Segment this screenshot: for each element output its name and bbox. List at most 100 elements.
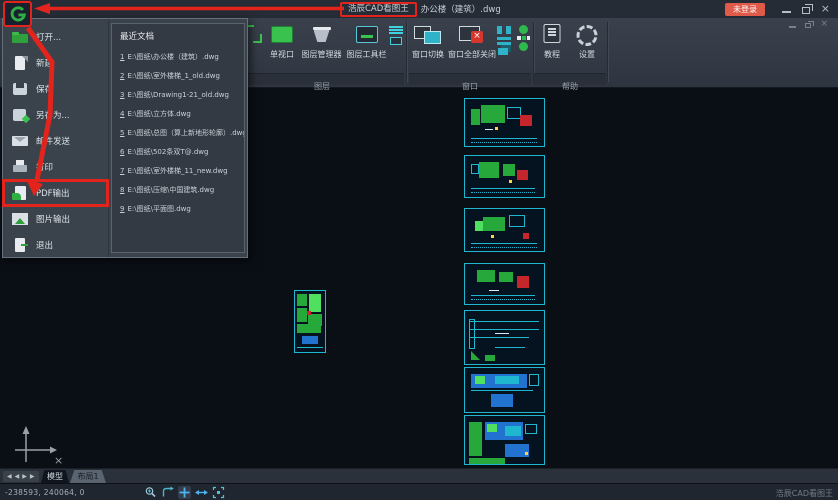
image-export-icon <box>12 212 29 226</box>
layer-list-icon <box>389 26 403 34</box>
status-bar: -238593, 240064, 0 <box>0 483 838 500</box>
printer-icon <box>12 160 29 174</box>
tab-navigation[interactable]: ◀ ◀ ▶ ▶ <box>3 471 39 482</box>
menu-item-pdf-export[interactable]: PDF输出 <box>3 180 108 206</box>
pan-tool-icon[interactable] <box>178 486 191 499</box>
last-tab-icon[interactable]: ▶ <box>30 471 35 482</box>
recent-file[interactable]: 1E:\图纸\办公楼（建筑）.dwg <box>112 47 244 66</box>
file-menu-panel: 打开... 新建 保存 另存为... 邮件发送 打印 PDF输出 <box>2 18 248 258</box>
zoom-extents-icon[interactable] <box>212 486 225 499</box>
tile-windows-buttons[interactable] <box>497 24 511 56</box>
recent-file[interactable]: 7E:\图纸\室外楼梯_11_new.dwg <box>112 161 244 180</box>
envelope-icon <box>12 134 29 148</box>
move-view-icon[interactable] <box>195 486 208 499</box>
single-viewport-button[interactable]: 单视口 <box>264 22 300 70</box>
viewport-icon <box>264 22 300 46</box>
gear-icon <box>569 22 605 46</box>
gstar-logo-icon <box>9 5 27 23</box>
save-floppy-icon <box>12 82 29 96</box>
layer-mini-tools[interactable] <box>389 24 403 46</box>
recent-file[interactable]: 9E:\图纸\平面图.dwg <box>112 199 244 218</box>
window-switch-button[interactable]: 窗口切换 <box>408 22 448 70</box>
tile-horizontal-icon <box>497 37 511 45</box>
cad-frame-7 <box>464 415 545 465</box>
ribbon-group-layer: 图层 <box>240 73 404 85</box>
sheet-tabs-bar: ◀ ◀ ▶ ▶ 模型 布局1 <box>0 468 838 483</box>
layer-toolbar-button[interactable]: 图层工具栏 <box>344 22 389 70</box>
cad-frame-6 <box>464 367 545 413</box>
cursor-coordinates: -238593, 240064, 0 <box>5 488 85 497</box>
menu-item-new[interactable]: 新建 <box>3 50 108 76</box>
tab-model[interactable]: 模型 <box>41 470 69 483</box>
menu-item-save-as[interactable]: 另存为... <box>3 102 108 128</box>
cad-thumbnail-drawing <box>294 290 326 353</box>
arrange-icon <box>517 36 530 40</box>
ribbon-separator <box>607 22 608 82</box>
green-badge-icon <box>519 42 528 51</box>
cad-frame-3 <box>464 208 545 252</box>
ribbon-group-window: 窗口 <box>409 73 531 85</box>
doc-minimize-icon[interactable] <box>789 26 796 28</box>
recent-file[interactable]: 4E:\图纸\立方体.dwg <box>112 104 244 123</box>
cad-frame-2 <box>464 155 545 198</box>
prev-tab-icon[interactable]: ◀ <box>15 471 20 482</box>
close-all-windows-button[interactable]: 窗口全部关闭 <box>447 22 497 70</box>
ucs-axis-icon: × <box>10 422 66 468</box>
zoom-tool-icon[interactable] <box>144 486 157 499</box>
cad-frame-4 <box>464 263 545 305</box>
restore-icon[interactable] <box>802 7 810 14</box>
recent-file[interactable]: 5E:\图纸\总图（算上新地形轮廓）.dwg <box>112 123 244 142</box>
menu-item-save[interactable]: 保存 <box>3 76 108 102</box>
sync-buttons[interactable] <box>517 24 530 52</box>
login-button[interactable]: 未登录 <box>725 3 765 16</box>
tab-layout1[interactable]: 布局1 <box>70 470 106 483</box>
recent-file[interactable]: 2E:\图纸\室外楼梯_1_old.dwg <box>112 66 244 85</box>
menu-item-image-export[interactable]: 图片输出 <box>3 206 108 232</box>
layer-manager-button[interactable]: 图层管理器 <box>299 22 344 70</box>
doc-restore-icon[interactable] <box>805 23 811 28</box>
close-icon[interactable]: × <box>821 3 830 15</box>
open-folder-icon <box>12 30 29 44</box>
recent-documents-panel: 最近文档 1E:\图纸\办公楼（建筑）.dwg2E:\图纸\室外楼梯_1_old… <box>111 23 245 253</box>
next-tab-icon[interactable]: ▶ <box>22 471 27 482</box>
recent-file[interactable]: 8E:\图纸\压缩\中国建筑.dwg <box>112 180 244 199</box>
brand-watermark: 浩辰CAD看图王 <box>776 488 833 499</box>
first-tab-icon[interactable]: ◀ <box>7 471 12 482</box>
save-as-icon <box>12 108 29 122</box>
cad-frame-5 <box>464 310 545 365</box>
menu-item-exit[interactable]: 退出 <box>3 232 108 258</box>
title-bar: 浩辰CAD看图王 办公楼（建筑）.dwg 未登录 × <box>0 0 838 18</box>
app-window: × 浩辰CAD看图王 办公楼（建筑）.dwg 未登录 × × 单视口 图层管理器 <box>0 0 838 500</box>
menu-item-open[interactable]: 打开... <box>3 24 108 50</box>
layer-panel-icon <box>344 22 389 46</box>
tutorial-document-icon <box>535 22 569 46</box>
layer-bucket-icon <box>299 22 344 46</box>
ribbon-separator <box>406 22 407 82</box>
new-file-icon <box>12 56 29 70</box>
green-badge-icon <box>519 25 528 34</box>
cad-frame-1 <box>464 98 545 147</box>
layer-window-icon <box>390 37 402 45</box>
svg-text:×: × <box>54 454 63 467</box>
menu-item-print[interactable]: 打印 <box>3 154 108 180</box>
ribbon-group-help: 帮助 <box>534 73 606 85</box>
cascade-windows-icon <box>498 48 508 55</box>
close-all-windows-icon <box>447 22 497 46</box>
title-app-name: 浩辰CAD看图王 <box>340 2 417 17</box>
window-title: 浩辰CAD看图王 办公楼（建筑）.dwg <box>340 1 501 17</box>
title-document-name: 办公楼（建筑）.dwg <box>421 3 501 15</box>
previous-view-icon[interactable] <box>161 486 174 499</box>
tutorial-button[interactable]: 教程 <box>535 22 569 70</box>
recent-documents-header: 最近文档 <box>112 24 244 47</box>
recent-file[interactable]: 3E:\图纸\Drawing1-21_old.dwg <box>112 85 244 104</box>
pdf-export-icon <box>12 186 29 200</box>
exit-icon <box>12 238 29 252</box>
app-menu-button[interactable] <box>3 1 32 27</box>
recent-file[interactable]: 6E:\图纸\502条双T@.dwg <box>112 142 244 161</box>
minimize-icon[interactable] <box>782 11 791 13</box>
settings-button[interactable]: 设置 <box>569 22 605 70</box>
menu-item-mail-send[interactable]: 邮件发送 <box>3 128 108 154</box>
window-switch-icon <box>408 22 448 46</box>
doc-close-icon[interactable]: × <box>820 19 828 29</box>
tile-vertical-icon <box>497 26 511 34</box>
